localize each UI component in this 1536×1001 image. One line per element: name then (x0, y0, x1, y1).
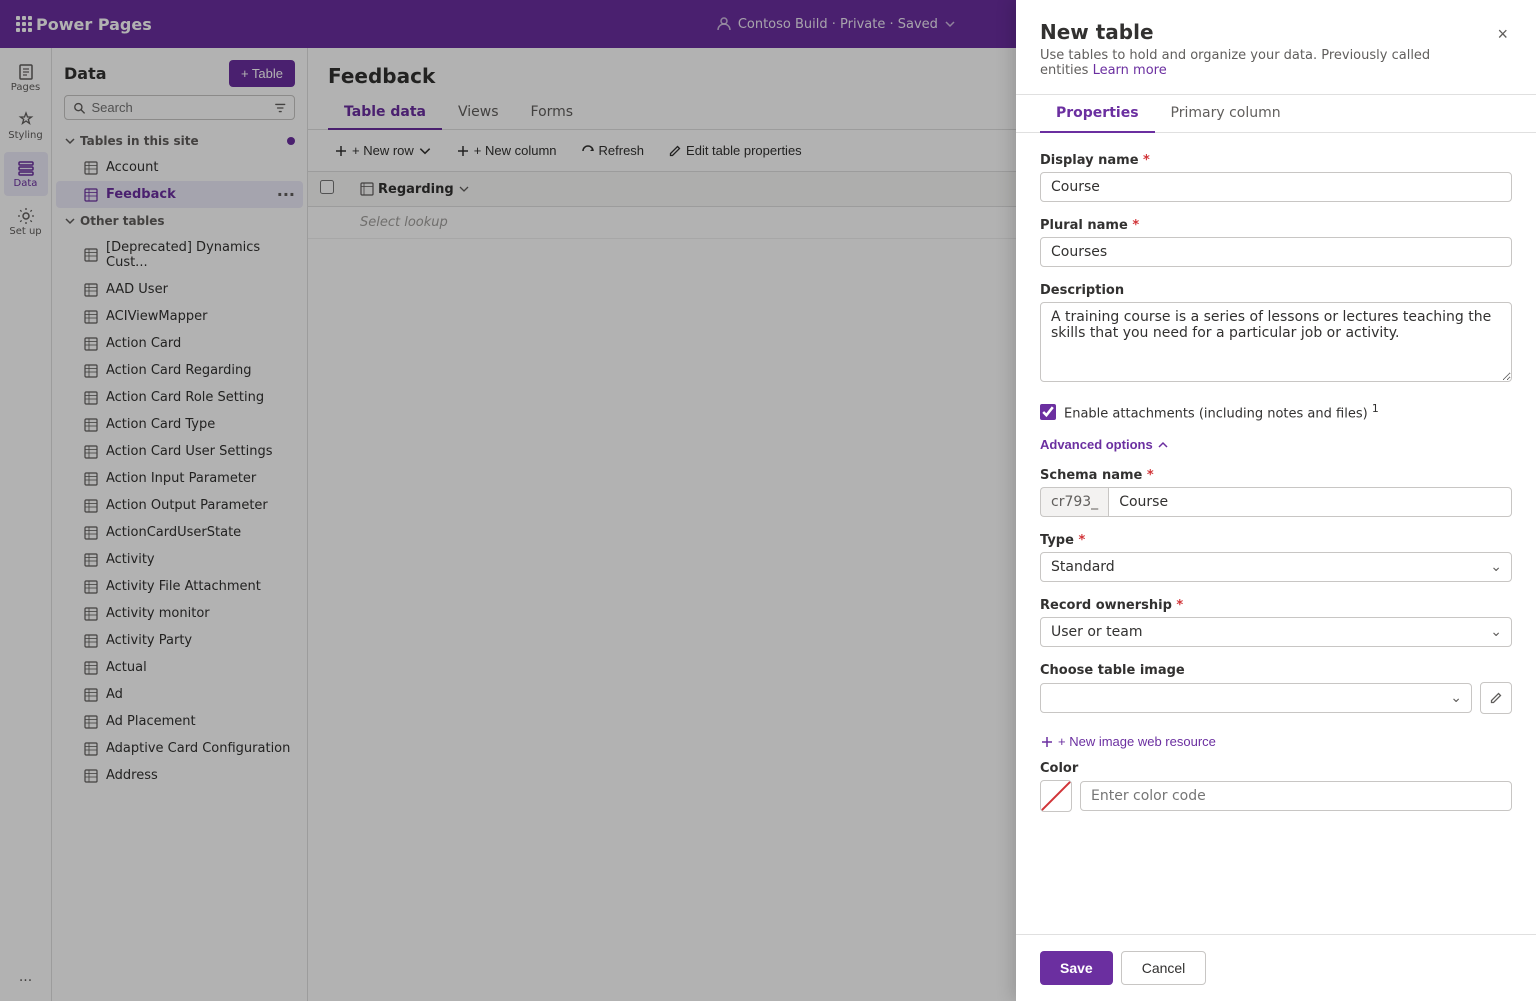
form-type: Type * Standard Activity Virtual ⌄ (1040, 533, 1512, 582)
display-name-input[interactable] (1040, 172, 1512, 202)
type-label: Type * (1040, 533, 1512, 548)
save-button[interactable]: Save (1040, 951, 1113, 985)
record-ownership-label: Record ownership * (1040, 598, 1512, 613)
form-plural-name: Plural name * (1040, 218, 1512, 267)
plus-icon-resource (1040, 735, 1054, 749)
new-image-resource-button[interactable]: + New image web resource (1040, 730, 1216, 753)
enable-attachments-label: Enable attachments (including notes and … (1064, 402, 1379, 421)
schema-name-label: Schema name * (1040, 468, 1512, 483)
form-record-ownership: Record ownership * User or team Organiza… (1040, 598, 1512, 647)
panel-body: Display name * Plural name * Description… (1016, 133, 1536, 934)
panel-tab-primary-column[interactable]: Primary column (1155, 95, 1297, 133)
enable-attachments-row: Enable attachments (including notes and … (1040, 402, 1512, 421)
table-image-select-wrapper: ⌄ (1040, 683, 1472, 713)
color-label: Color (1040, 761, 1512, 776)
cancel-button[interactable]: Cancel (1121, 951, 1207, 985)
table-image-select[interactable] (1040, 683, 1472, 713)
advanced-options-toggle[interactable]: Advanced options (1040, 437, 1169, 452)
schema-prefix-text: cr793_ (1040, 487, 1108, 517)
panel-title: New table (1040, 20, 1440, 44)
panel-footer: Save Cancel (1016, 934, 1536, 1001)
color-row (1040, 780, 1512, 812)
schema-prefix-row: cr793_ (1040, 487, 1512, 517)
schema-name-input[interactable] (1108, 487, 1512, 517)
pencil-icon (1489, 691, 1503, 705)
panel-header: New table Use tables to hold and organiz… (1016, 0, 1536, 95)
type-select-wrapper: Standard Activity Virtual ⌄ (1040, 552, 1512, 582)
form-color: Color (1040, 761, 1512, 812)
color-input[interactable] (1080, 781, 1512, 811)
table-image-label: Choose table image (1040, 663, 1512, 678)
form-table-image: Choose table image ⌄ (1040, 663, 1512, 714)
panel-tabs: Properties Primary column (1016, 95, 1536, 133)
chevron-up-icon (1157, 439, 1169, 451)
edit-image-button[interactable] (1480, 682, 1512, 714)
plural-name-label: Plural name * (1040, 218, 1512, 233)
close-panel-button[interactable]: × (1493, 20, 1512, 49)
type-select[interactable]: Standard Activity Virtual (1040, 552, 1512, 582)
plural-name-input[interactable] (1040, 237, 1512, 267)
color-swatch[interactable] (1040, 780, 1072, 812)
panel-subtitle: Use tables to hold and organize your dat… (1040, 48, 1440, 78)
panel-tab-properties[interactable]: Properties (1040, 95, 1155, 133)
display-name-label: Display name * (1040, 153, 1512, 168)
form-display-name: Display name * (1040, 153, 1512, 202)
learn-more-link[interactable]: Learn more (1093, 63, 1167, 78)
record-ownership-select[interactable]: User or team Organization (1040, 617, 1512, 647)
form-description: Description A training course is a serie… (1040, 283, 1512, 386)
description-label: Description (1040, 283, 1512, 298)
description-textarea[interactable]: A training course is a series of lessons… (1040, 302, 1512, 382)
enable-attachments-checkbox[interactable] (1040, 404, 1056, 420)
color-swatch-slash (1041, 781, 1071, 811)
panel: New table Use tables to hold and organiz… (1016, 0, 1536, 1001)
image-row: ⌄ (1040, 682, 1512, 714)
form-schema-name: Schema name * cr793_ (1040, 468, 1512, 517)
record-ownership-select-wrapper: User or team Organization ⌄ (1040, 617, 1512, 647)
